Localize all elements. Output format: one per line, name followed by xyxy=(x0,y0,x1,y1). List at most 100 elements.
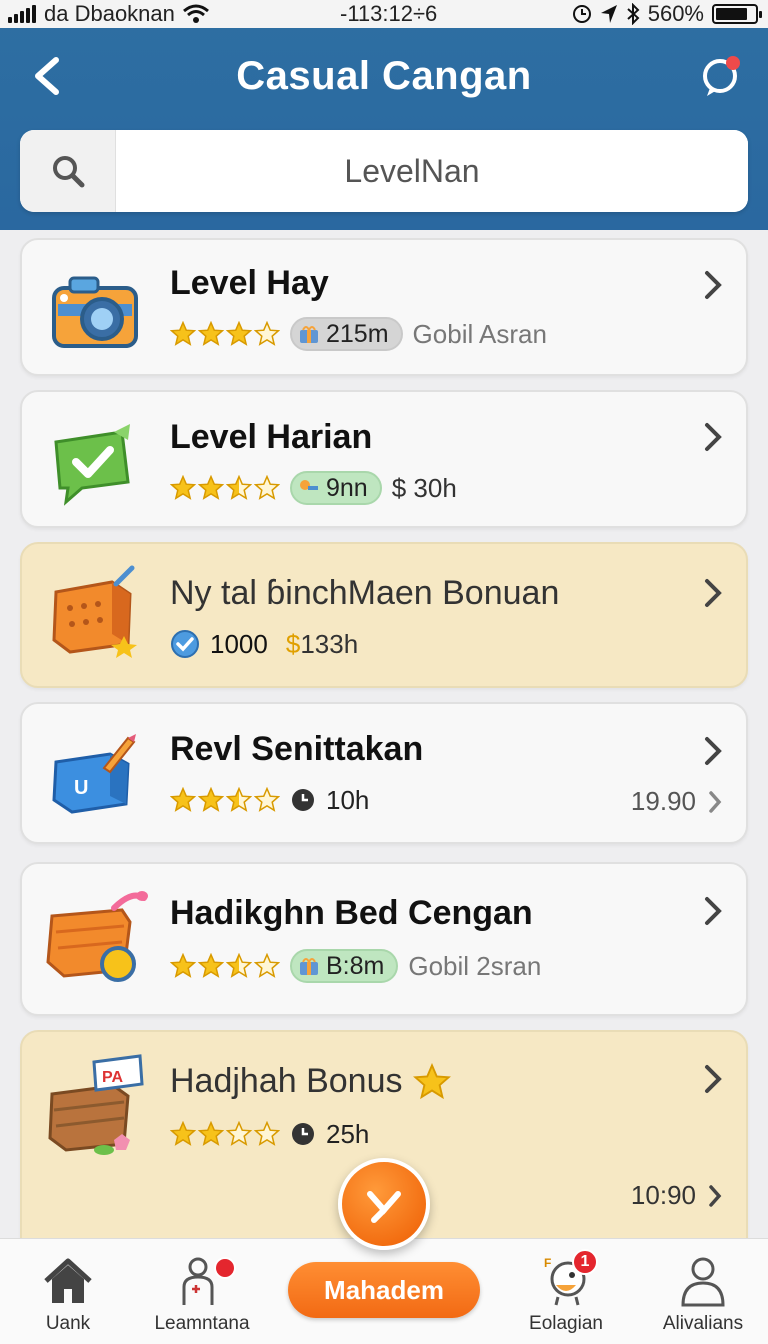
clock-icon xyxy=(292,1123,314,1145)
star-icon xyxy=(412,1062,451,1099)
level-card[interactable]: U Revl Senittakan 10h 19.90 xyxy=(20,702,748,844)
rating-star-icon xyxy=(170,475,196,500)
rating-star-icon xyxy=(226,953,252,978)
tab-label: Leamntana xyxy=(154,1313,250,1334)
coin-icon: $ xyxy=(285,628,301,659)
card-meta: 25h xyxy=(170,1116,369,1152)
bonus-card[interactable]: Ny tal ɓinchMaen Bonuan 1000 $133h xyxy=(20,542,748,688)
rating-star-icon xyxy=(198,475,224,500)
rating-star-icon xyxy=(254,953,280,978)
level-card[interactable]: Hadikghn Bed Cengan B:8m Gobil 2sran xyxy=(20,862,748,1016)
checkmark-chat-icon xyxy=(54,424,130,506)
chat-notification-button[interactable] xyxy=(698,52,746,100)
treasure-box-icon xyxy=(52,565,137,658)
rating-star-icon xyxy=(170,953,196,978)
status-bar: da Dbaoknan -113:12÷6 560% xyxy=(0,0,768,28)
rating-star-icon xyxy=(198,321,224,346)
star-rating xyxy=(170,1121,280,1147)
star-rating xyxy=(170,475,280,501)
dollar-icon: $ xyxy=(391,472,407,503)
card-title: Hadjhah Bonus xyxy=(170,1062,451,1101)
bluetooth-icon xyxy=(627,3,640,25)
verified-check-icon xyxy=(171,630,199,658)
chevron-right-icon xyxy=(705,1065,722,1093)
page-title: Casual Cangan xyxy=(236,54,532,98)
level-card[interactable]: Level Harian 9nn $ 30h xyxy=(20,390,748,528)
notification-badge: 1 xyxy=(572,1249,598,1275)
chevron-right-icon xyxy=(705,897,722,925)
duration-pill: 215m xyxy=(290,317,403,351)
gift-icon xyxy=(300,326,318,343)
tab-profile[interactable]: Alivalians xyxy=(648,1239,758,1344)
price-value: 10:90 xyxy=(631,1180,724,1211)
camera-icon xyxy=(52,276,138,348)
card-meta: 215m Gobil Asran xyxy=(170,316,547,352)
rating-star-icon xyxy=(226,321,252,346)
signal-icon xyxy=(8,5,36,23)
location-icon xyxy=(600,5,617,23)
card-title: Ny tal ɓinchMaen Bonuan xyxy=(170,574,560,612)
rating-star-icon xyxy=(170,787,196,812)
card-meta: 10h xyxy=(170,782,369,818)
rating-star-icon xyxy=(254,1121,280,1146)
center-action-button[interactable]: Mahadem xyxy=(288,1262,480,1318)
svg-text:PA: PA xyxy=(102,1069,123,1086)
gift-icon xyxy=(300,958,318,975)
chevron-down-icon xyxy=(367,1191,401,1223)
bonus-crate-icon: PA xyxy=(48,1054,144,1155)
star-rating xyxy=(170,787,280,813)
price-value: 19.90 xyxy=(631,786,724,817)
rating-star-icon xyxy=(254,475,280,500)
chevron-right-icon xyxy=(705,271,722,299)
nav-bar: Casual Cangan xyxy=(0,36,768,116)
blue-box-pencil-icon: U xyxy=(52,734,136,814)
key-icon xyxy=(300,480,318,490)
card-time: $133h xyxy=(285,628,359,659)
chevron-right-icon xyxy=(705,579,722,607)
chevron-right-icon xyxy=(705,423,722,451)
card-time: 25h xyxy=(326,1118,370,1149)
search-input[interactable] xyxy=(116,130,748,212)
card-title: Level Hay xyxy=(170,264,329,302)
tab-education[interactable]: F 1 Eolagian xyxy=(510,1239,622,1344)
tab-label: Alivalians xyxy=(662,1313,744,1334)
level-card[interactable]: Level Hay 215m Gobil Asran xyxy=(20,238,748,376)
card-title: Hadikghn Bed Cengan xyxy=(170,894,533,932)
card-title: Level Harian xyxy=(170,418,373,456)
rating-star-icon xyxy=(198,1121,224,1146)
search-bar xyxy=(20,130,748,212)
battery-percent: 560% xyxy=(647,1,704,26)
chevron-right-small-icon xyxy=(709,790,722,813)
tab-learning[interactable]: Leamntana xyxy=(146,1239,258,1344)
tab-label: Uank xyxy=(45,1313,91,1334)
user-icon xyxy=(681,1257,725,1307)
notification-badge xyxy=(214,1257,236,1279)
rating-star-icon xyxy=(170,1121,196,1146)
rating-star-icon xyxy=(254,787,280,812)
alarm-icon xyxy=(572,5,591,23)
status-time: -113:12÷6 xyxy=(340,1,438,26)
duration-pill: B:8m xyxy=(290,949,399,983)
wifi-icon xyxy=(182,4,209,23)
clock-icon xyxy=(292,789,314,811)
svg-text:U: U xyxy=(74,777,88,799)
star-rating xyxy=(170,321,280,347)
star-rating xyxy=(170,953,280,979)
tab-home[interactable]: Uank xyxy=(14,1239,122,1344)
search-icon[interactable] xyxy=(20,130,116,212)
battery-icon xyxy=(712,4,762,24)
fab-confirm-button[interactable] xyxy=(338,1158,430,1250)
coin-amount: 1000 xyxy=(210,628,268,659)
carrier-name: da Dbaoknan xyxy=(44,1,175,26)
chevron-right-icon xyxy=(705,737,722,765)
card-meta: 1000 $133h xyxy=(170,626,358,662)
card-subtitle: Gobil Asran xyxy=(412,318,547,349)
card-subtitle: Gobil 2sran xyxy=(408,950,542,981)
tab-label: Eolagian xyxy=(529,1313,603,1334)
rating-star-icon xyxy=(254,321,280,346)
svg-text:F: F xyxy=(544,1256,551,1270)
home-icon xyxy=(44,1258,92,1303)
app-header: da Dbaoknan -113:12÷6 560% Casual Cangan xyxy=(0,0,768,230)
card-meta: B:8m Gobil 2sran xyxy=(170,948,541,984)
rating-star-icon xyxy=(226,787,252,812)
